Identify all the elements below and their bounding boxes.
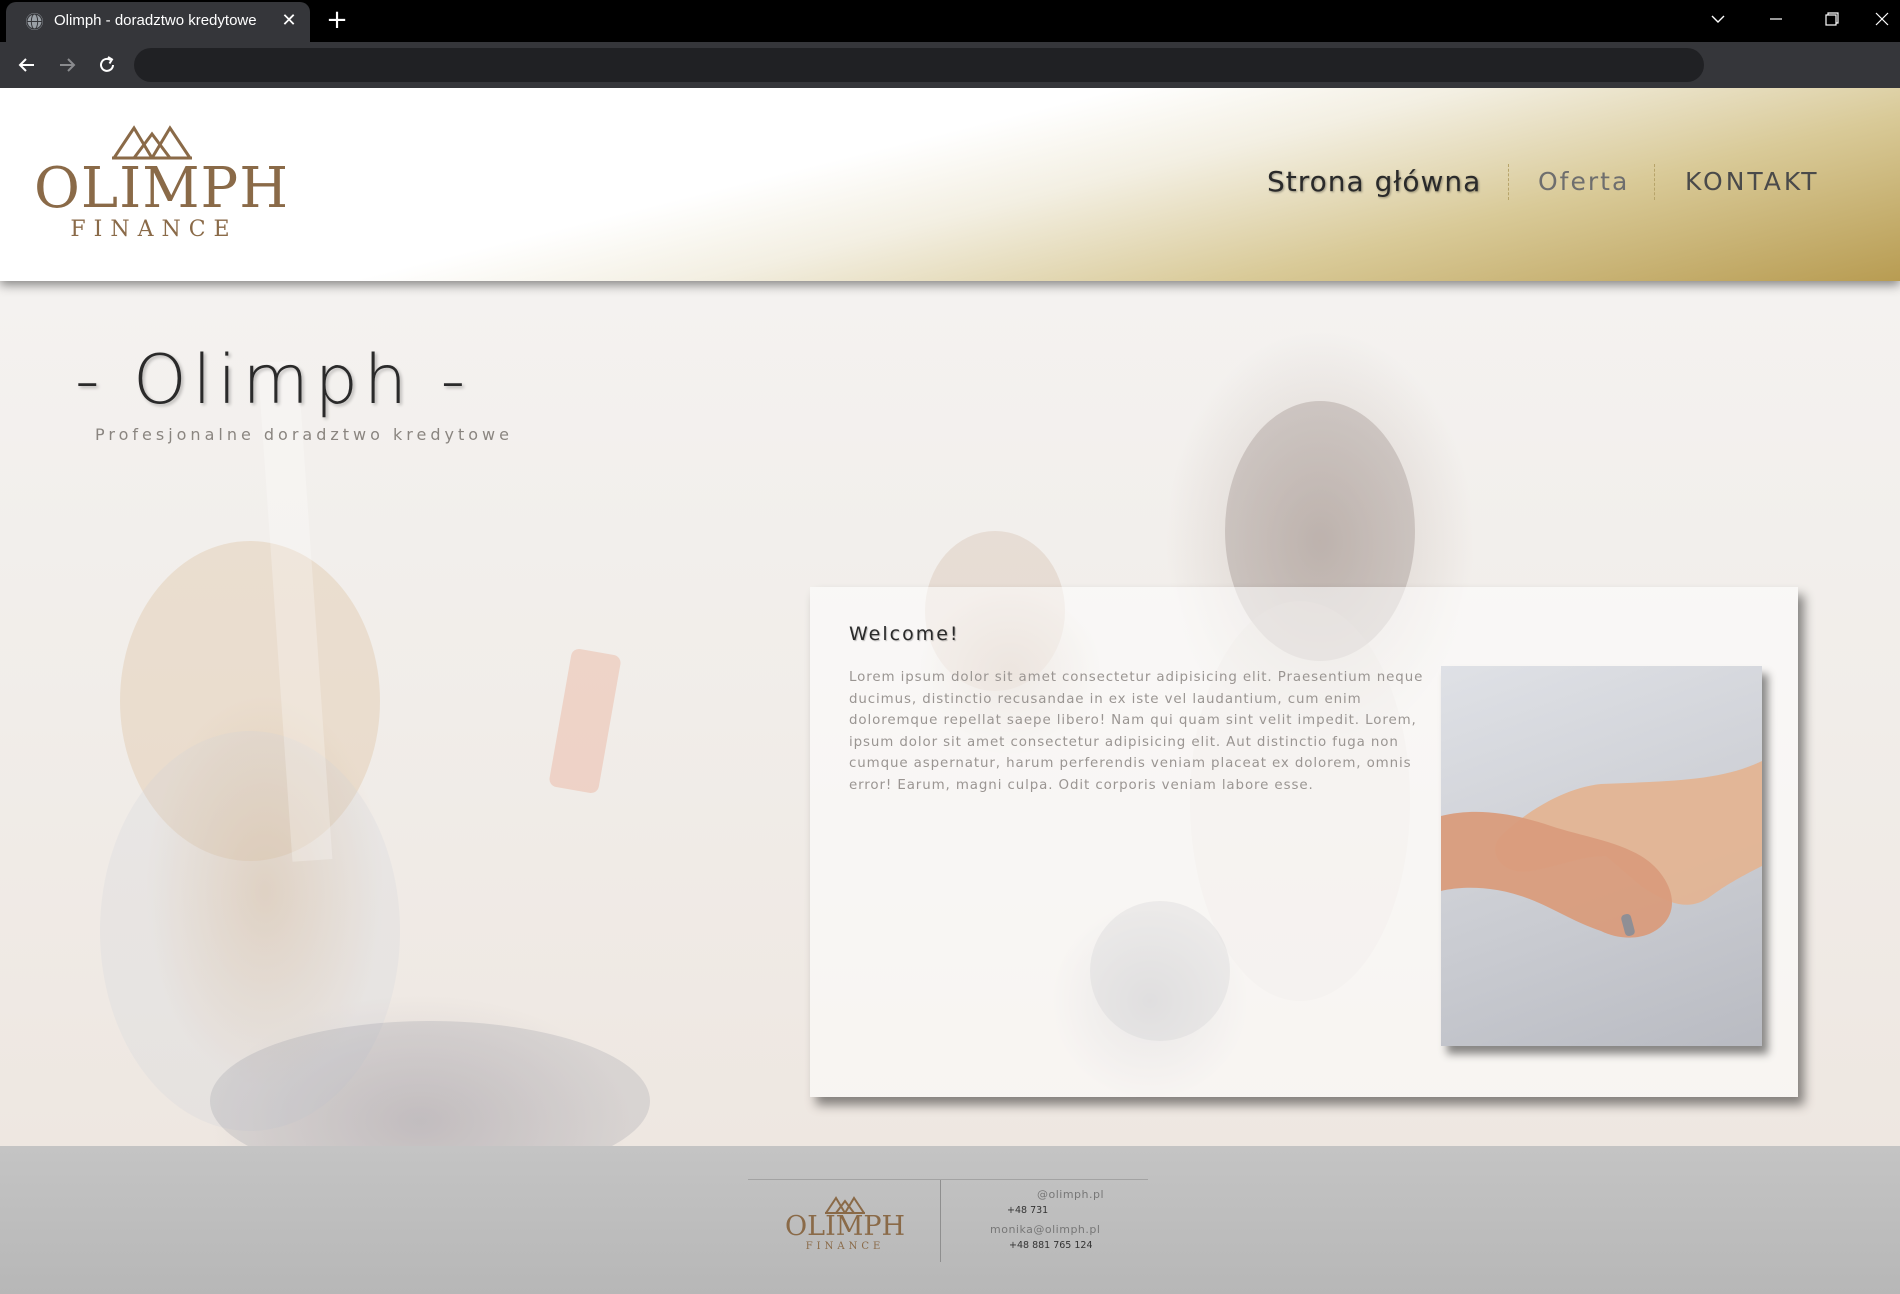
nav-divider bbox=[1508, 164, 1509, 200]
browser-tab-bar: Olimph - doradztwo kredytowe ✕ + bbox=[0, 0, 1900, 42]
minimize-icon[interactable] bbox=[1756, 4, 1796, 34]
footer-phone: +48 881 765 124 bbox=[1009, 1240, 1093, 1251]
chevron-down-icon[interactable] bbox=[1698, 4, 1738, 34]
footer-phone: +48 731 bbox=[1007, 1205, 1049, 1216]
tab-title: Olimph - doradztwo kredytowe bbox=[54, 12, 257, 29]
web-page: - Olimph - Profesjonalne doradztwo kredy… bbox=[0, 88, 1900, 1294]
welcome-text: Lorem ipsum dolor sit amet consectetur a… bbox=[849, 670, 1424, 793]
hero-section: - Olimph - Profesjonalne doradztwo kredy… bbox=[0, 281, 1900, 1146]
mountain-logo-icon bbox=[112, 125, 192, 160]
restore-icon[interactable] bbox=[1812, 4, 1852, 34]
handshake-image bbox=[1441, 666, 1762, 1046]
logo-subtitle: FINANCE bbox=[70, 217, 238, 242]
site-logo[interactable]: OLIMPH FINANCE bbox=[34, 124, 290, 244]
footer-vertical-divider bbox=[940, 1180, 941, 1262]
logo-name: OLIMPH bbox=[34, 156, 290, 221]
footer-divider bbox=[748, 1179, 1148, 1180]
nav-link-offer[interactable]: Oferta bbox=[1538, 162, 1629, 202]
hero-title: - Olimph - bbox=[75, 341, 472, 420]
address-bar[interactable] bbox=[134, 48, 1704, 82]
back-arrow-icon[interactable] bbox=[12, 50, 42, 80]
hero-subtitle: Profesjonalne doradztwo kredytowe bbox=[95, 425, 513, 444]
browser-tab[interactable]: Olimph - doradztwo kredytowe ✕ bbox=[6, 2, 310, 42]
window-close-icon[interactable] bbox=[1862, 4, 1900, 34]
footer-logo-name: OLIMPH bbox=[785, 1211, 906, 1242]
nav-divider bbox=[1654, 164, 1655, 200]
site-footer: OLIMPH FINANCE @olimph.pl +48 731 monika… bbox=[0, 1146, 1900, 1294]
forward-arrow-icon[interactable] bbox=[52, 50, 82, 80]
reload-icon[interactable] bbox=[92, 50, 122, 80]
plus-icon[interactable]: + bbox=[322, 5, 352, 35]
welcome-card: Welcome! Lorem ipsum dolor sit amet cons… bbox=[810, 587, 1798, 1097]
globe-icon bbox=[26, 13, 43, 30]
footer-logo-subtitle: FINANCE bbox=[805, 1241, 885, 1252]
footer-email-link[interactable]: @olimph.pl bbox=[1037, 1188, 1104, 1201]
footer-logo[interactable]: OLIMPH FINANCE bbox=[785, 1196, 905, 1258]
close-icon[interactable]: ✕ bbox=[278, 10, 300, 32]
footer-email-link[interactable]: monika@olimph.pl bbox=[990, 1223, 1100, 1236]
welcome-title: Welcome! bbox=[849, 623, 960, 645]
nav-link-contact[interactable]: KONTAKT bbox=[1685, 162, 1820, 202]
nav-link-home[interactable]: Strona główna bbox=[1267, 162, 1481, 202]
site-header: OLIMPH FINANCE Strona główna Oferta KONT… bbox=[0, 88, 1900, 281]
browser-toolbar bbox=[0, 42, 1900, 88]
